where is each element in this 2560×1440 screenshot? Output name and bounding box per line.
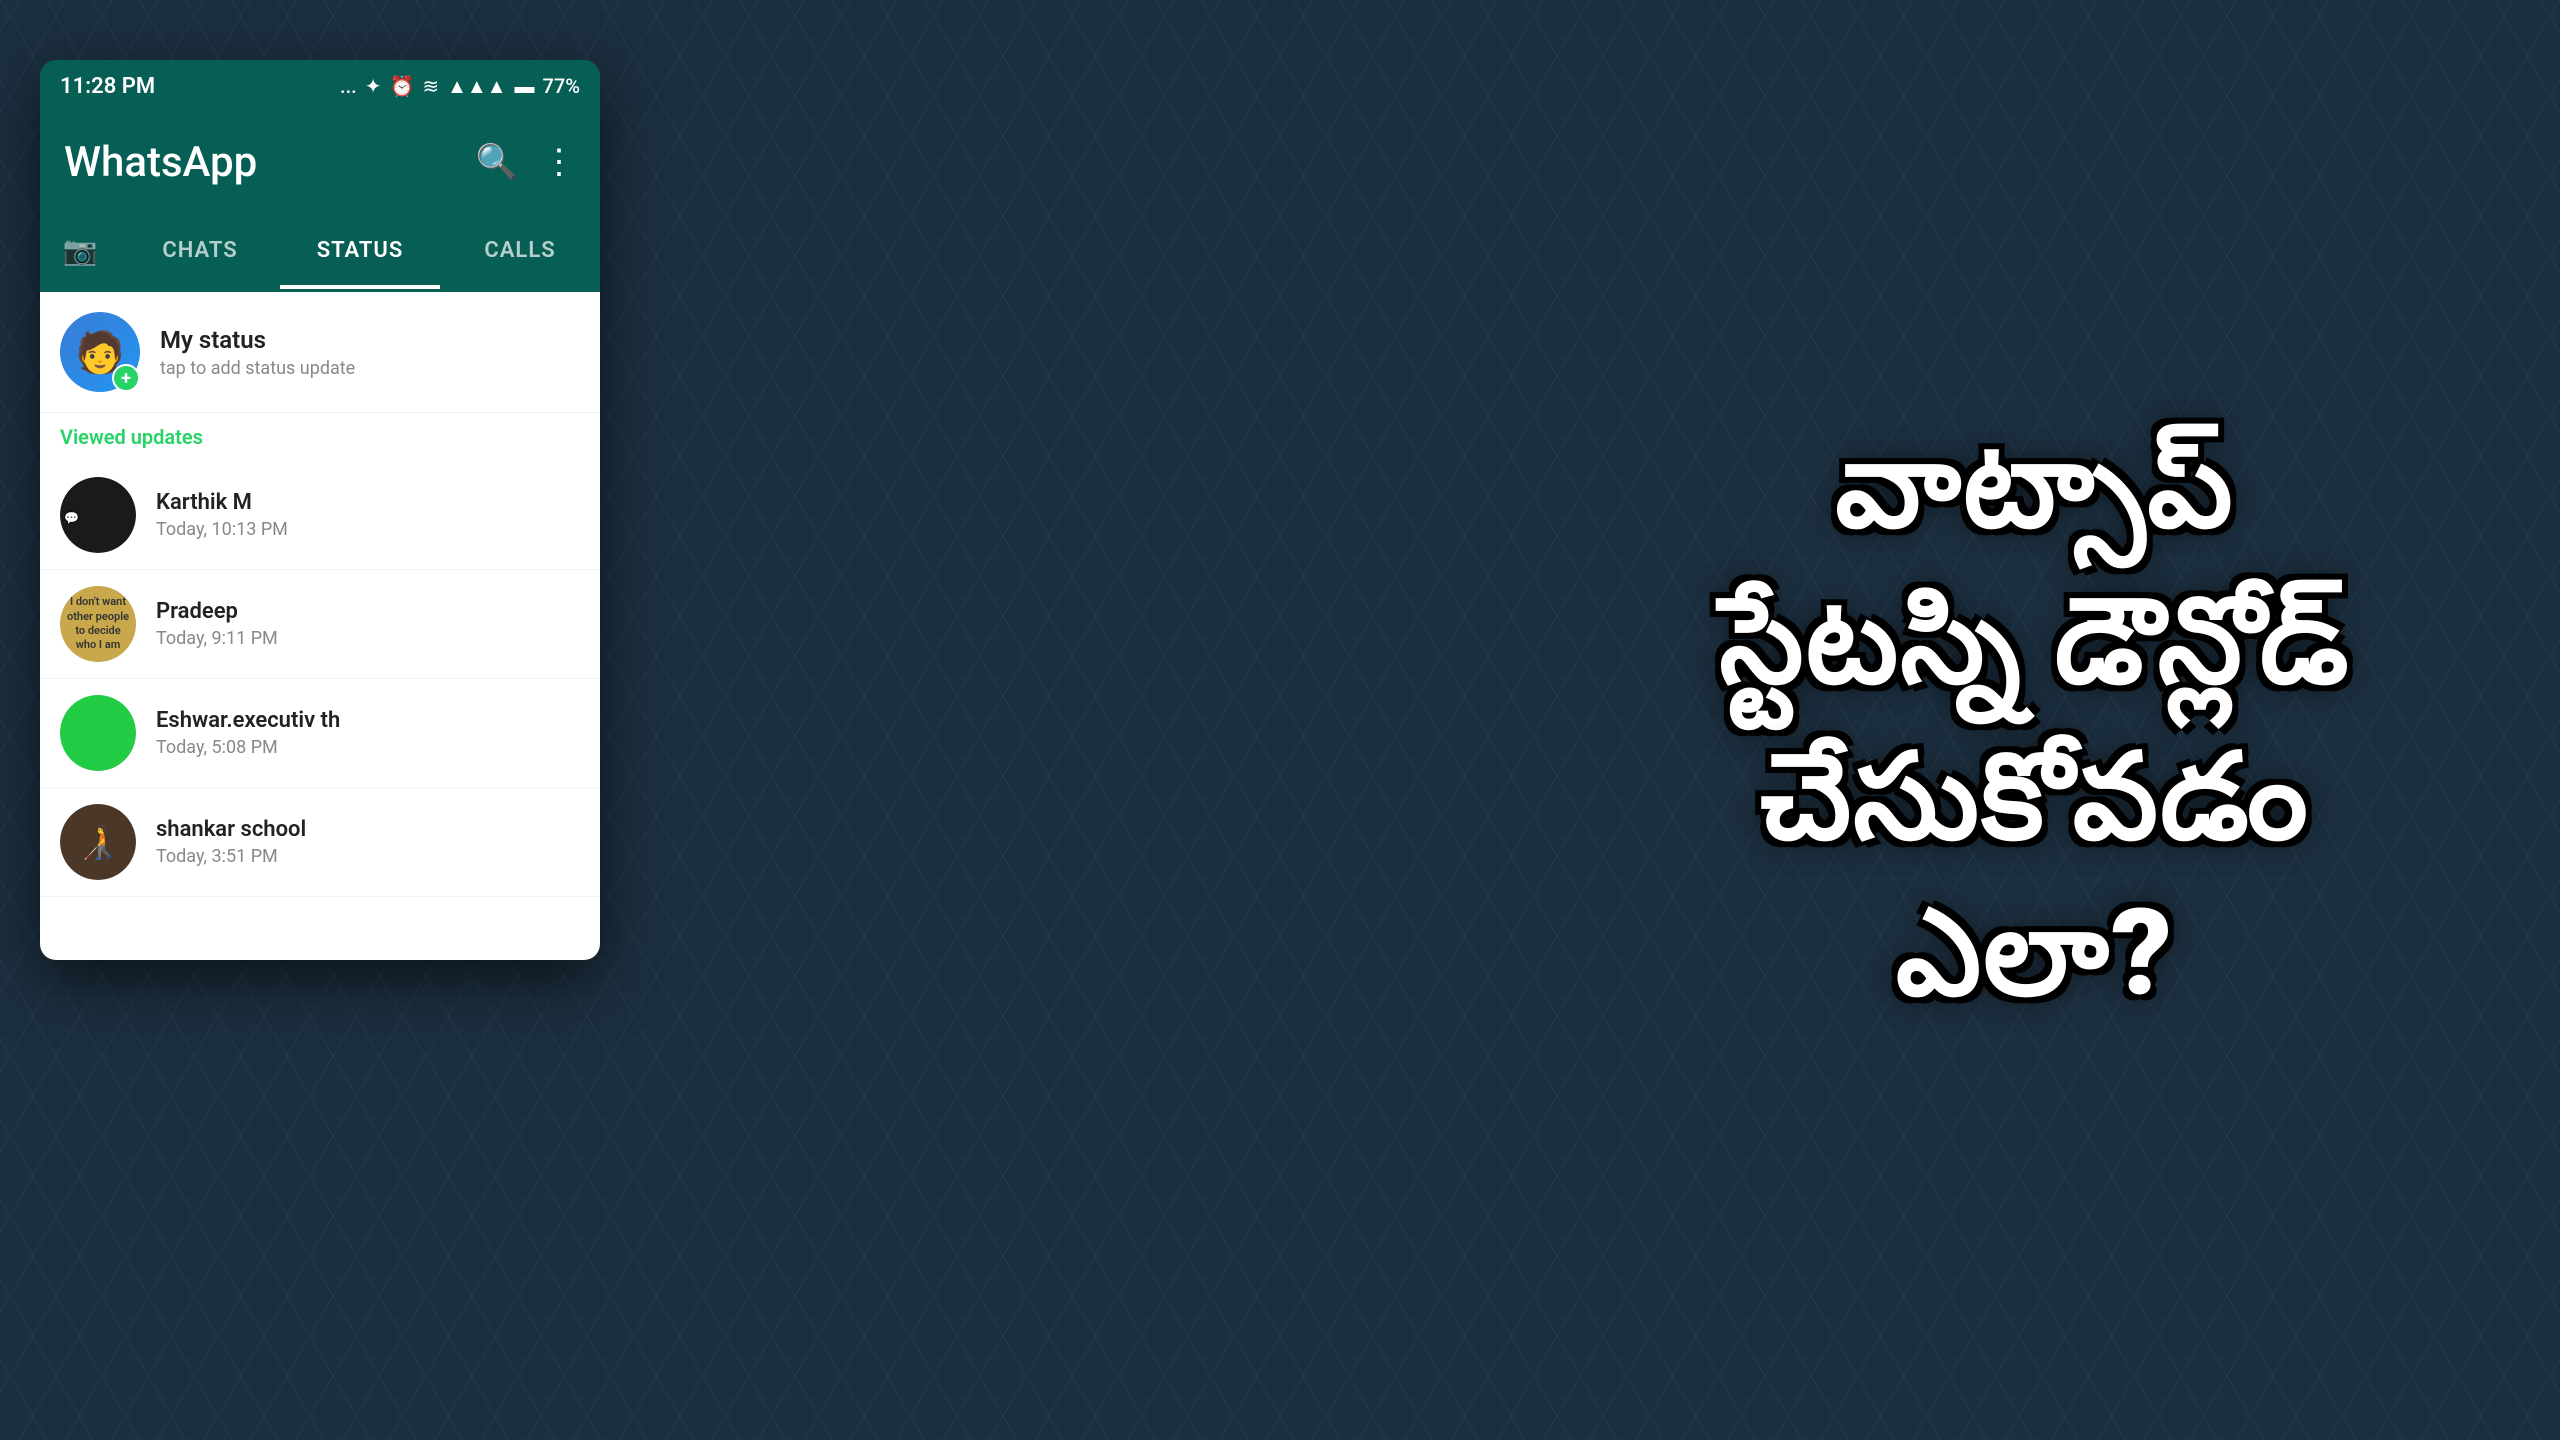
search-icon[interactable]: 🔍 [476, 142, 518, 182]
list-item[interactable]: Eshwar.executiv th Today, 5:08 PM [40, 679, 600, 788]
contact-time: Today, 9:11 PM [156, 628, 278, 649]
telugu-overlay-text: వాట్సాప్ స్టేటస్ని డౌన్లోడ్ చేసుకోవడం ఎల… [1610, 408, 2460, 1032]
wifi-icon: ≋ [422, 74, 439, 98]
app-title: WhatsApp [64, 138, 257, 187]
camera-icon: 📷 [63, 234, 98, 267]
contact-info-shankar: shankar school Today, 3:51 PM [156, 817, 306, 867]
app-header: WhatsApp 🔍 ⋮ [40, 112, 600, 212]
karthik-avatar-img: 💬 [60, 477, 136, 553]
list-item[interactable]: 🧑‍🦯 shankar school Today, 3:51 PM [40, 788, 600, 897]
list-item[interactable]: 💬 Karthik M Today, 10:13 PM [40, 461, 600, 570]
my-status-title: My status [160, 326, 355, 354]
my-status-info: My status tap to add status update [160, 326, 355, 379]
signal-bars-icon: ▲▲▲ [447, 74, 506, 99]
battery-percent: 77% [543, 74, 580, 98]
contact-avatar-eshwar [60, 695, 136, 771]
status-bar-time: 11:28 PM [60, 74, 155, 99]
bluetooth-icon: ✦ [365, 74, 382, 98]
tab-chats[interactable]: CHATS [120, 212, 280, 289]
shankar-avatar-img: 🧑‍🦯 [60, 804, 136, 880]
content-area: 🧑 + My status tap to add status update V… [40, 292, 600, 960]
header-actions: 🔍 ⋮ [476, 142, 576, 182]
contact-info-eshwar: Eshwar.executiv th Today, 5:08 PM [156, 708, 340, 758]
tab-calls[interactable]: CALLS [440, 212, 600, 289]
contact-info-pradeep: Pradeep Today, 9:11 PM [156, 599, 278, 649]
contact-time: Today, 3:51 PM [156, 846, 306, 867]
viewed-updates-header: Viewed updates [40, 413, 600, 461]
contact-info-karthik: Karthik M Today, 10:13 PM [156, 490, 288, 540]
my-status-row[interactable]: 🧑 + My status tap to add status update [40, 292, 600, 413]
status-bar: 11:28 PM ... ✦ ⏰ ≋ ▲▲▲ ▬ 77% [40, 60, 600, 112]
alarm-icon: ⏰ [389, 74, 414, 98]
tab-bar: 📷 CHATS STATUS CALLS [40, 212, 600, 292]
battery-icon: ▬ [515, 74, 535, 99]
contact-avatar-karthik: 💬 [60, 477, 136, 553]
contact-time: Today, 10:13 PM [156, 519, 288, 540]
viewed-updates-label: Viewed updates [60, 425, 203, 449]
contact-name: Pradeep [156, 599, 278, 624]
signal-dots-icon: ... [340, 74, 357, 98]
phone-mockup: 11:28 PM ... ✦ ⏰ ≋ ▲▲▲ ▬ 77% WhatsApp 🔍 … [40, 60, 600, 960]
contact-name: Eshwar.executiv th [156, 708, 340, 733]
my-status-subtitle: tap to add status update [160, 358, 355, 379]
contact-name: shankar school [156, 817, 306, 842]
status-bar-icons: ... ✦ ⏰ ≋ ▲▲▲ ▬ 77% [340, 74, 580, 99]
contact-time: Today, 5:08 PM [156, 737, 340, 758]
eshwar-avatar-img [60, 695, 136, 771]
contact-avatar-pradeep: I don't want other people to decide who … [60, 586, 136, 662]
contact-name: Karthik M [156, 490, 288, 515]
contact-avatar-shankar: 🧑‍🦯 [60, 804, 136, 880]
my-status-avatar-container: 🧑 + [60, 312, 140, 392]
pradeep-avatar-img: I don't want other people to decide who … [60, 586, 136, 662]
tab-status[interactable]: STATUS [280, 212, 440, 289]
tab-camera[interactable]: 📷 [40, 212, 120, 289]
more-options-icon[interactable]: ⋮ [542, 142, 576, 182]
list-item[interactable]: I don't want other people to decide who … [40, 570, 600, 679]
add-status-button[interactable]: + [112, 364, 140, 392]
